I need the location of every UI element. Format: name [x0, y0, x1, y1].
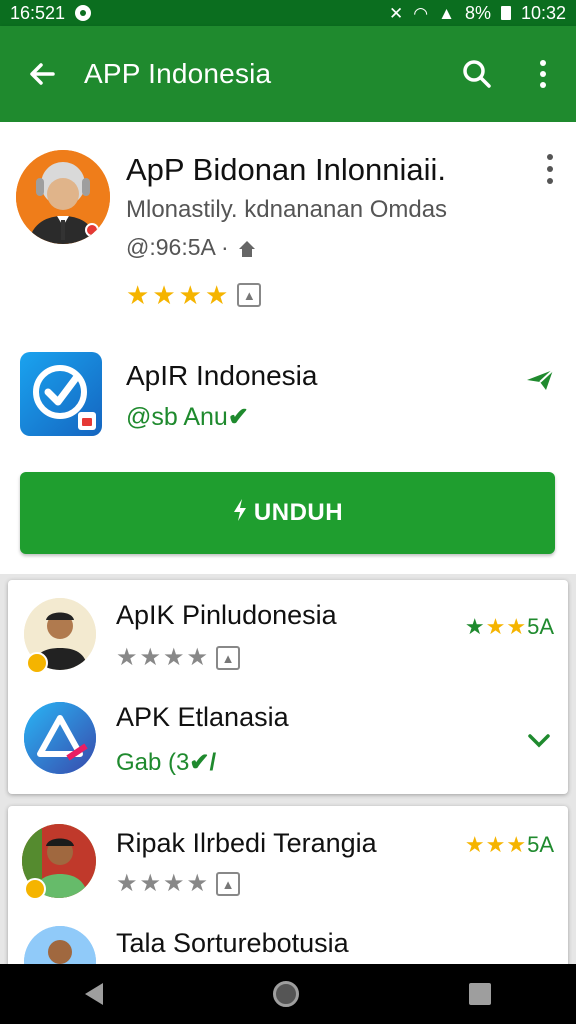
notification-icon	[75, 5, 92, 21]
rating-badge-icon: ▲	[216, 872, 241, 896]
developer-name: ApP Bidonan Inlonniaii.	[126, 152, 447, 187]
status-bar: 16:521 ✕ ◠ ▲ 8% 10:32	[0, 0, 576, 26]
battery-percent: 8%	[464, 2, 491, 23]
star-icon: ★	[152, 280, 176, 310]
app-icon[interactable]	[20, 352, 102, 436]
leaf-icon: ✔	[227, 403, 249, 431]
star-icon: ★	[126, 280, 150, 310]
list-item-rating: ★ ★ ★ ★ ▲	[116, 644, 241, 671]
app-sub: @sb Anu✔	[126, 402, 249, 432]
star-icon: ★	[186, 870, 209, 897]
list-item-avatar	[24, 702, 96, 774]
developer-meta-text: @:96:5A ·	[126, 234, 229, 260]
developer-avatar	[16, 150, 110, 244]
list-item[interactable]: ApIK Pinludonesia ★ ★ ★ ★ ▲ ★ ★ ★ 5A	[8, 580, 568, 690]
app-list-card: Ripak Ilrbedi Terangia ★ ★ ★ ★ ▲ ★ ★ ★ 5…	[8, 806, 568, 976]
star-icon: ★	[163, 644, 185, 671]
star-icon: ★	[116, 870, 138, 897]
star-icon: ★	[178, 280, 202, 310]
status-time-left: 16:521	[10, 2, 66, 23]
star-icon: ★	[485, 832, 506, 857]
download-button-label: UNDUH	[253, 499, 344, 526]
developer-meta: @:96:5A ·	[126, 234, 257, 261]
home-icon	[237, 238, 257, 258]
leaf-icon: ✔/	[189, 749, 217, 776]
search-icon[interactable]	[444, 26, 510, 122]
more-vert-icon[interactable]	[510, 26, 576, 122]
star-icon: ★	[204, 280, 229, 310]
rating-badge-icon: ▲	[237, 283, 262, 307]
nav-recents-icon[interactable]	[469, 983, 491, 1005]
list-item-sub: Gab (3✔/	[116, 748, 216, 777]
battery-icon	[500, 6, 511, 20]
star-icon: ★	[163, 870, 185, 897]
signal-icon: ▲	[438, 3, 455, 23]
list-item[interactable]: APK Etlanasia Gab (3✔/	[8, 690, 568, 794]
back-arrow-icon[interactable]	[0, 26, 84, 122]
download-button[interactable]: UNDUH	[20, 472, 555, 554]
update-badge-icon	[26, 652, 48, 674]
star-icon: ★	[464, 832, 485, 857]
list-item-name: Ripak Ilrbedi Terangia	[116, 828, 377, 858]
developer-rating: ★ ★ ★ ★ ▲	[126, 280, 262, 310]
score-value: 5A	[527, 832, 554, 857]
star-icon: ★	[506, 832, 527, 857]
list-item[interactable]: Ripak Ilrbedi Terangia ★ ★ ★ ★ ▲ ★ ★ ★ 5…	[8, 806, 568, 916]
star-icon: ★	[139, 870, 162, 897]
nav-back-icon[interactable]	[85, 983, 103, 1005]
page-title: APP Indonesia	[84, 58, 272, 89]
list-item-name: Tala Sorturebotusia	[116, 928, 349, 958]
mute-icon: ✕	[389, 3, 404, 23]
list-item-name: APK Etlanasia	[116, 702, 289, 732]
star-icon: ★	[464, 614, 485, 639]
star-icon: ★	[116, 644, 138, 671]
list-item-score: ★ ★ ★ 5A	[465, 614, 554, 640]
download-icon	[232, 498, 248, 528]
chevron-down-icon[interactable]	[528, 728, 550, 754]
app-detail-card: ApP Bidonan Inlonniaii. Mlonastily. kdna…	[0, 122, 576, 574]
developer-subtitle: Mlonastily. kdnananan Omdas	[126, 196, 448, 223]
app-list-card: ApIK Pinludonesia ★ ★ ★ ★ ▲ ★ ★ ★ 5A APK…	[8, 580, 568, 794]
star-icon: ★	[485, 614, 506, 639]
wifi-icon: ◠	[413, 3, 429, 23]
status-time-right: 10:32	[520, 2, 566, 23]
list-item-name: ApIK Pinludonesia	[116, 600, 337, 630]
app-sub-text: @sb Anu	[126, 403, 228, 431]
system-nav-bar	[0, 964, 576, 1024]
list-item-score: ★ ★ ★ 5A	[465, 832, 554, 858]
update-badge-icon	[24, 878, 46, 900]
list-item-sub-text: Gab (3	[116, 749, 190, 776]
star-icon: ★	[186, 644, 209, 671]
list-item-rating: ★ ★ ★ ★ ▲	[116, 870, 241, 897]
app-name: ApIR Indonesia	[126, 360, 318, 391]
star-icon: ★	[139, 644, 162, 671]
app-bar: APP Indonesia	[0, 26, 576, 122]
send-icon[interactable]	[526, 368, 554, 397]
star-icon: ★	[506, 614, 527, 639]
rating-badge-icon: ▲	[216, 646, 241, 670]
score-value: 5A	[527, 614, 554, 639]
card-menu-icon[interactable]	[538, 152, 562, 186]
nav-home-icon[interactable]	[273, 981, 299, 1007]
